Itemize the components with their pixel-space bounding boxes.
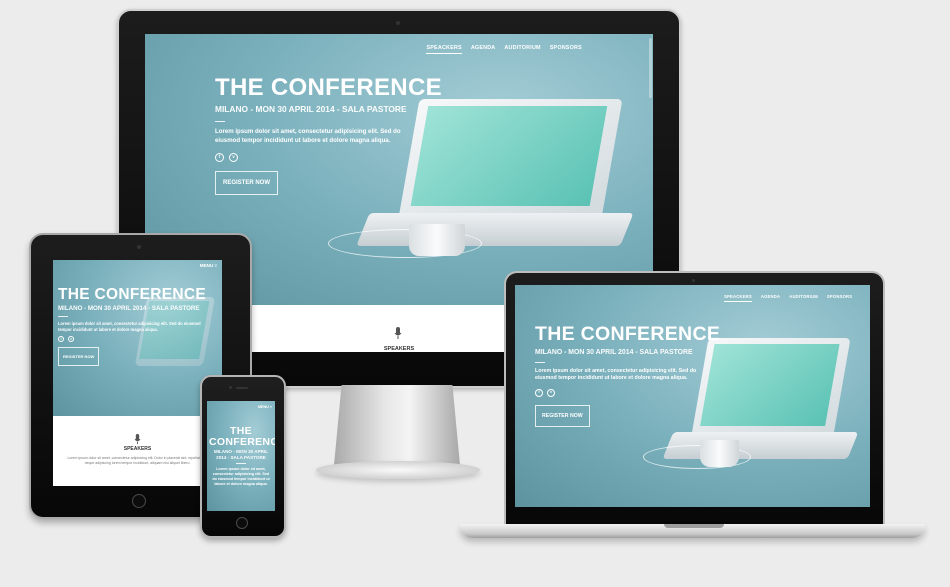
speaker-grille [236,387,248,389]
lead-text: Lorem ipsum dolor sit amet, consectetur … [212,466,270,487]
nav-item-agenda[interactable]: AGENDA [761,294,780,302]
main-nav: SPEACKERS AGENDA AUDITORIUM SPONSORS [426,45,582,54]
scrollbar[interactable] [649,38,652,98]
hero-content: THE CONFERENCE MILANO - MON 30 APRIL 201… [535,323,735,427]
microphone-icon [394,327,402,339]
hero-section: MENU ≡ THE CONFERENCE MILANO - MON 30 AP… [53,260,222,416]
vimeo-icon[interactable]: v [229,152,238,162]
speakers-heading: SPEAKERS [123,446,152,452]
nav-item-speakers[interactable]: SPEACKERS [723,294,752,302]
divider [236,462,246,464]
event-subtitle: MILANO - MON 30 APRIL 2014 - SALA PASTOR… [535,348,693,356]
hero-content: THE CONFERENCE MILANO - MON 30 APRIL 201… [215,74,455,195]
event-subtitle: MILANO - MON 30 APRIL 2014 - SALA PASTOR… [215,104,407,115]
register-button[interactable]: REGISTER NOW [215,170,279,195]
page-title: THE CONFERENCE [209,425,275,448]
laptop-notch [664,524,724,528]
hero-content: THE CONFERENCE MILANO - MON 30 APRIL 201… [209,425,275,488]
divider [58,315,68,317]
menu-label: MENU [199,263,214,268]
laptop-screen: SPEACKERS AGENDA AUDITORIUM SPONSORS THE… [515,285,870,507]
facebook-icon[interactable]: f [215,152,224,162]
mug-illustration [409,223,466,257]
divider [535,361,545,363]
social-links: f v [535,388,735,397]
menu-button[interactable]: MENU ≡ [258,405,272,409]
monitor-stand [334,385,460,465]
social-links: f v [58,336,216,343]
nav-item-sponsors[interactable]: SPONSORS [550,45,582,54]
facebook-icon[interactable]: f [58,336,64,343]
hero-content: THE CONFERENCE MILANO - MON 30 APRIL 201… [58,286,216,367]
page-title: THE CONFERENCE [58,286,207,303]
vimeo-icon[interactable]: v [547,388,555,397]
speakers-text: Lorem ipsum dolor sit amet, consectetur … [67,456,208,465]
camera-icon [396,21,400,25]
home-button[interactable] [236,517,248,529]
mug-illustration [699,440,739,468]
monitor-base [316,461,480,479]
nav-item-speakers[interactable]: SPEACKERS [426,45,462,54]
hamburger-icon: ≡ [269,405,272,409]
camera-icon [692,279,695,282]
lead-text: Lorem ipsum dolor sit amet, consectetur … [58,320,201,332]
hero-section: SPEACKERS AGENDA AUDITORIUM SPONSORS THE… [515,285,870,507]
nav-item-sponsors[interactable]: SPONSORS [827,294,852,302]
camera-icon [229,386,232,389]
social-links: f v [215,152,455,162]
menu-button[interactable]: MENU ≡ [200,263,217,268]
page-title: THE CONFERENCE [215,74,442,101]
register-button[interactable]: REGISTER NOW [535,404,590,427]
camera-icon [137,245,141,249]
divider [215,121,225,123]
event-subtitle: MILANO - MON 30 APRIL 2014 - SALA PASTOR… [58,304,200,312]
phone-screen: MENU ≡ THE CONFERENCE MILANO - MON 30 AP… [207,401,275,511]
main-nav: SPEACKERS AGENDA AUDITORIUM SPONSORS [723,294,852,302]
nav-item-agenda[interactable]: AGENDA [471,45,496,54]
microphone-icon [134,434,141,445]
facebook-icon[interactable]: f [535,388,543,397]
menu-label: MENU [257,405,269,409]
hamburger-icon: ≡ [214,263,217,268]
nav-item-auditorium[interactable]: AUDITORIUM [504,45,540,54]
home-button[interactable] [132,494,146,508]
tablet-screen: MENU ≡ THE CONFERENCE MILANO - MON 30 AP… [53,260,222,486]
hero-section: MENU ≡ THE CONFERENCE MILANO - MON 30 AP… [207,401,275,511]
page-title: THE CONFERENCE [535,323,721,345]
speakers-section: SPEAKERS Lorem ipsum dolor sit amet, con… [53,416,222,486]
nav-item-auditorium[interactable]: AUDITORIUM [789,294,818,302]
lead-text: Lorem ipsum dolor sit amet, consectetur … [215,128,401,144]
lead-text: Lorem ipsum dolor sit amet, consectetur … [535,367,697,382]
register-button[interactable]: REGISTER NOW [58,347,100,367]
event-subtitle: MILANO - MON 30 APRIL 2014 - SALA PASTOR… [213,449,269,460]
vimeo-icon[interactable]: v [68,336,74,343]
